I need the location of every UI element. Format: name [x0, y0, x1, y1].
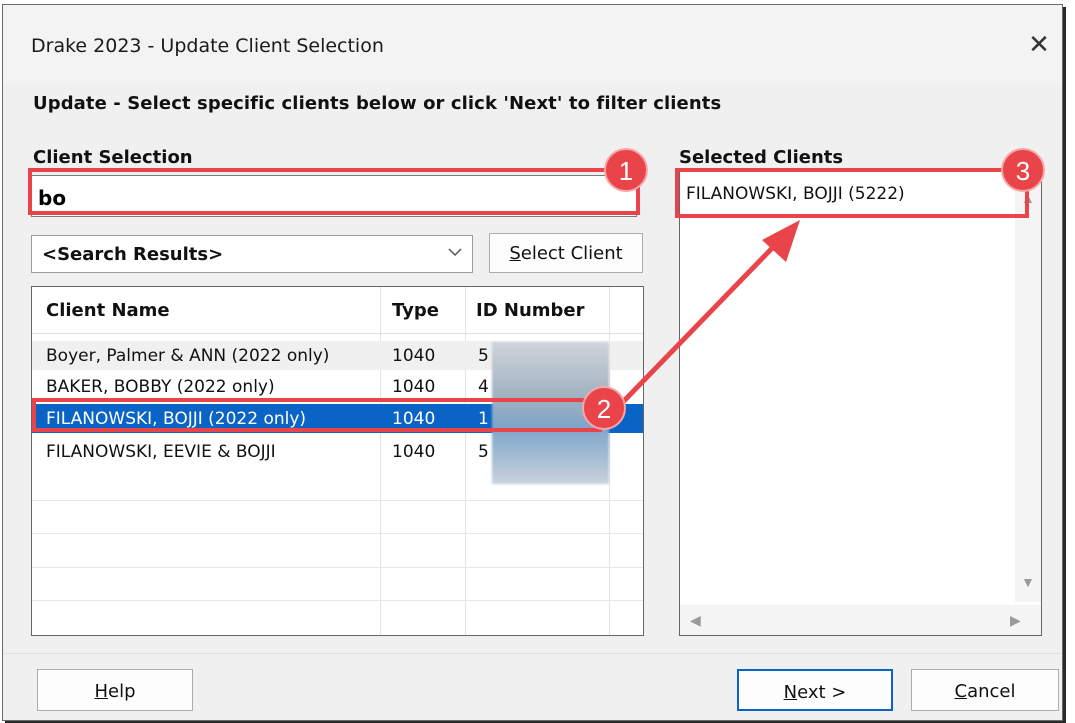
annotation-badge-1: 1 [604, 148, 648, 192]
annotation-arrow [618, 220, 800, 407]
annotation-badge-2: 2 [582, 386, 626, 430]
annotation-badge-3: 3 [1001, 148, 1045, 192]
